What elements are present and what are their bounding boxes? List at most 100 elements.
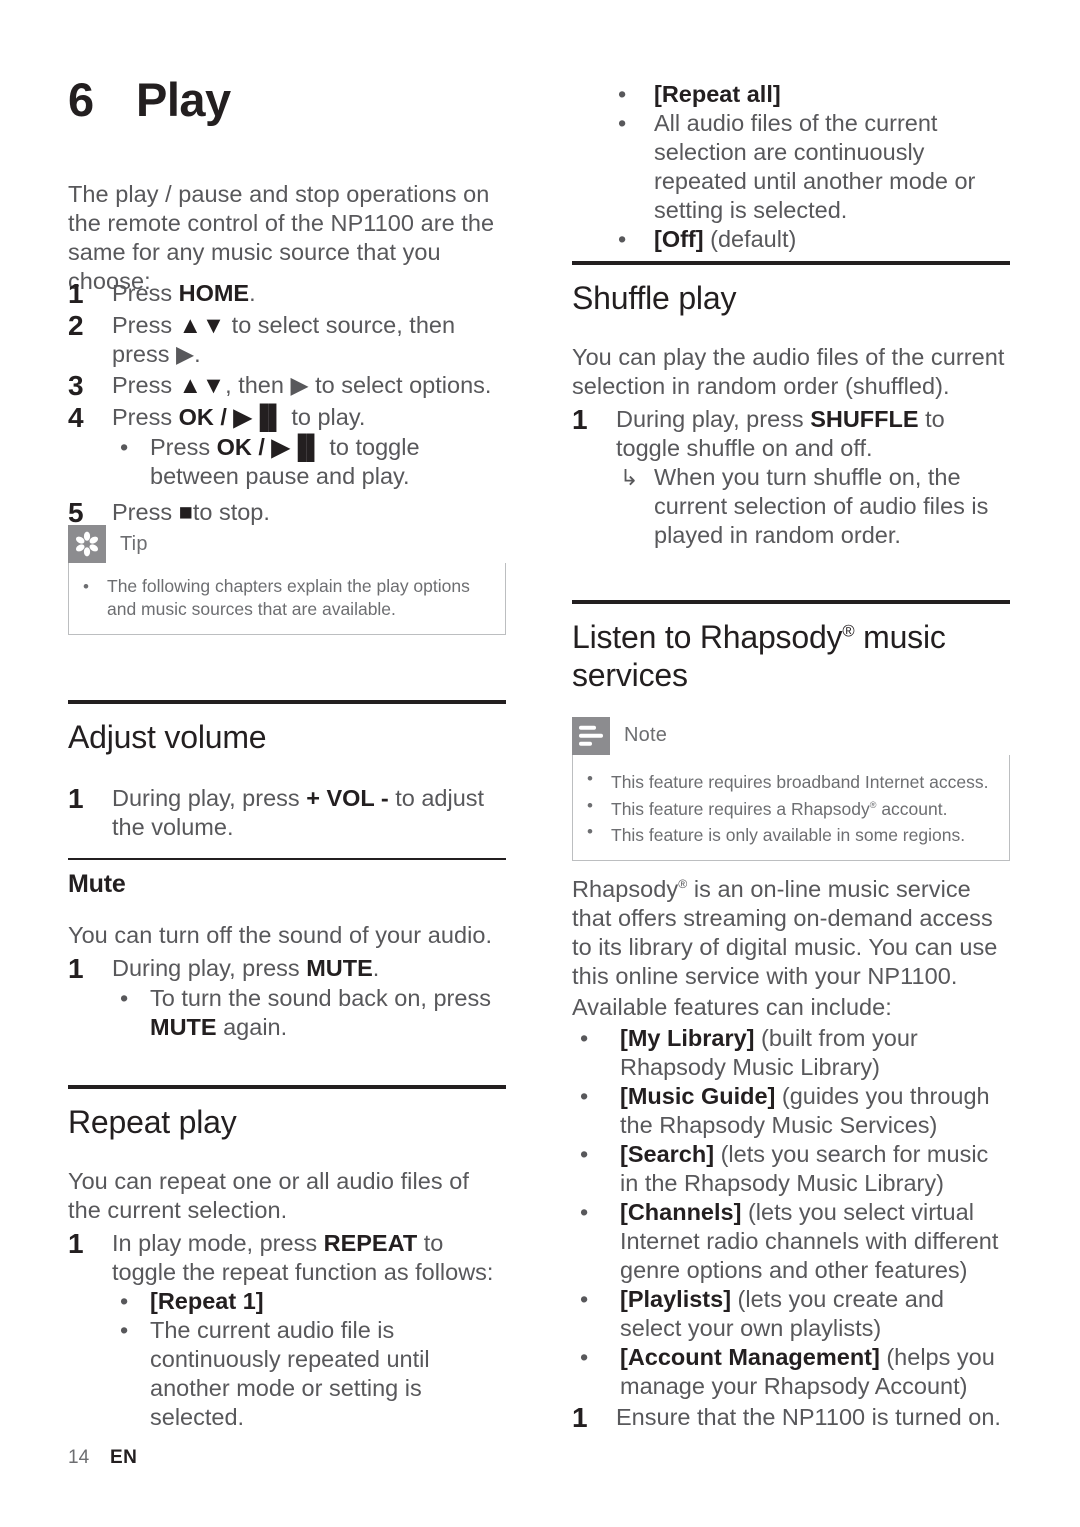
- tip-item: • The following chapters explain the pla…: [83, 575, 491, 621]
- note-item: • This feature is only available in some…: [587, 820, 995, 847]
- repeat-play-step-1: 1 In play mode, press REPEAT to toggle t…: [68, 1227, 506, 1287]
- mute-step-1: 1 During play, press MUTE.: [68, 952, 506, 984]
- bullet-dot: •: [120, 1317, 129, 1344]
- tip-callout-body: • The following chapters explain the pla…: [68, 563, 506, 635]
- play-steps-list: 1 Press HOME. 2 Press ▲▼ to select sourc…: [68, 277, 506, 528]
- note-item: • This feature requires broadband Intern…: [587, 767, 995, 794]
- step-number: 1: [572, 1401, 588, 1433]
- adjust-volume-section: Adjust volume 1 During play, press + VOL…: [68, 700, 506, 842]
- repeat-option-item: • [Repeat 1]: [68, 1287, 506, 1316]
- step-text: During play, press MUTE.: [112, 955, 380, 981]
- adjust-volume-step-1: 1 During play, press + VOL - to adjust t…: [68, 782, 506, 842]
- shuffle-play-section: Shuffle play You can play the audio file…: [572, 261, 1010, 550]
- rhapsody-feature-item: • [My Library] (built from your Rhapsody…: [572, 1024, 1010, 1082]
- bullet-text: All audio files of the current selection…: [654, 110, 976, 223]
- shuffle-play-result: ↳ When you turn shuffle on, the current …: [572, 463, 1010, 550]
- volume-button-label: + VOL -: [306, 785, 389, 812]
- play-pause-icon: OK / ▶▐▌: [216, 434, 323, 460]
- mute-section: Mute You can turn off the sound of your …: [68, 858, 506, 1042]
- mute-bullet: • To turn the sound back on, press MUTE …: [68, 984, 506, 1042]
- repeat-option-item: • [Off] (default): [572, 225, 1010, 254]
- step-text: Press ▲▼, then ▶ to select options.: [112, 372, 492, 398]
- note-item: • This feature requires a Rhapsody® acco…: [587, 794, 995, 821]
- step-number: 5: [68, 497, 84, 528]
- shuffle-play-step-1: 1 During play, press SHUFFLE to toggle s…: [572, 403, 1010, 463]
- step-text: During play, press + VOL - to adjust the…: [112, 785, 485, 841]
- chapter-number: 6: [68, 73, 94, 126]
- play-step-1: 1 Press HOME.: [68, 277, 506, 309]
- rhapsody-section: Listen to Rhapsody® music services Note …: [572, 600, 1010, 862]
- shuffle-play-heading: Shuffle play: [572, 280, 737, 316]
- mute-heading: Mute: [68, 870, 126, 898]
- bullet-dot: •: [587, 768, 593, 788]
- note-callout-header: Note: [572, 716, 1010, 755]
- feature-text: [Playlists] (lets you create and select …: [620, 1285, 944, 1341]
- note-callout: Note • This feature requires broadband I…: [572, 716, 1010, 862]
- registered-mark: ®: [678, 877, 688, 891]
- mute-button-label: MUTE: [150, 1014, 217, 1040]
- bullet-text: [Off] (default): [654, 226, 797, 252]
- mute-button-label: MUTE: [306, 955, 373, 981]
- step-number: 1: [68, 278, 84, 309]
- chapter-name: Play: [136, 73, 231, 126]
- step-number: 1: [68, 1228, 84, 1260]
- step-number: 1: [572, 404, 588, 436]
- bullet-dot: •: [120, 1288, 129, 1315]
- adjust-volume-heading: Adjust volume: [68, 719, 267, 755]
- play-step-3: 3 Press ▲▼, then ▶ to select options.: [68, 369, 506, 401]
- bullet-dot: •: [618, 110, 627, 136]
- repeat-play-section: Repeat play You can repeat one or all au…: [68, 1085, 506, 1432]
- feature-text: [Search] (lets you search for music in t…: [620, 1140, 989, 1196]
- step-text: Ensure that the NP1100 is turned on.: [616, 1403, 1001, 1430]
- section-rule: [572, 600, 1010, 604]
- step-text: Press OK / ▶▐▌ to play.: [112, 404, 366, 430]
- section-rule: [68, 700, 506, 704]
- note-lines-icon: [572, 716, 610, 755]
- bullet-dot: •: [580, 1140, 589, 1167]
- bullet-dot: •: [580, 1024, 589, 1051]
- tip-asterisk-icon: [68, 525, 106, 563]
- note-item-text: This feature requires broadband Internet…: [611, 771, 989, 792]
- bullet-dot: •: [83, 577, 89, 596]
- section-rule: [68, 1085, 506, 1089]
- note-callout-label: Note: [624, 724, 668, 747]
- bullet-dot: •: [580, 1082, 589, 1109]
- rhapsody-feature-item: • [Search] (lets you search for music in…: [572, 1140, 1010, 1198]
- step-number: 4: [68, 402, 84, 433]
- tip-callout-label: Tip: [120, 532, 148, 555]
- step-text: Press HOME.: [112, 280, 256, 306]
- note-item-text: This feature is only available in some r…: [611, 825, 966, 846]
- bullet-dot: •: [580, 1343, 589, 1370]
- bullet-text: To turn the sound back on, press MUTE ag…: [150, 985, 491, 1040]
- rhapsody-feature-item: • [Channels] (lets you select virtual In…: [572, 1198, 1010, 1285]
- updown-arrows-icon: ▲▼: [178, 372, 226, 398]
- feature-text: [Account Management] (helps you manage y…: [620, 1343, 995, 1399]
- repeat-button-label: REPEAT: [323, 1230, 418, 1257]
- step-number: 2: [68, 310, 84, 341]
- step-text: In play mode, press REPEAT to toggle the…: [112, 1230, 494, 1286]
- rhapsody-heading: Listen to Rhapsody® music services: [572, 619, 946, 694]
- registered-mark: ®: [842, 621, 855, 641]
- rhapsody-features-intro: Available features can include:: [572, 993, 892, 1020]
- feature-text: [Music Guide] (guides you through the Rh…: [620, 1082, 990, 1138]
- rhapsody-body: Rhapsody® is an on-line music service th…: [572, 870, 1010, 1433]
- chapter-title: 6 Play: [68, 72, 231, 127]
- step-number: 3: [68, 370, 84, 401]
- feature-text: [My Library] (built from your Rhapsody M…: [620, 1024, 918, 1080]
- note-callout-body: • This feature requires broadband Intern…: [572, 754, 1010, 862]
- page-number: 14: [68, 1447, 90, 1468]
- step-text: Press ▲▼ to select source, then press ▶.: [112, 312, 456, 367]
- result-text: When you turn shuffle on, the current se…: [654, 464, 989, 549]
- bullet-dot: •: [618, 226, 627, 252]
- rhapsody-feature-item: • [Playlists] (lets you create and selec…: [572, 1285, 1010, 1343]
- repeat-play-heading: Repeat play: [68, 1104, 237, 1140]
- play-step-4: 4 Press OK / ▶▐▌ to play.: [68, 401, 506, 433]
- repeat-play-paragraph: You can repeat one or all audio files of…: [68, 1168, 469, 1224]
- step-text: During play, press SHUFFLE to toggle shu…: [616, 406, 945, 462]
- note-item-text: This feature requires a Rhapsody® accoun…: [611, 798, 948, 819]
- result-arrow-icon: ↳: [620, 465, 639, 491]
- bullet-dot: •: [587, 822, 593, 842]
- mute-paragraph: You can turn off the sound of your audio…: [68, 922, 493, 948]
- manual-page: 6 Play The play / pause and stop operati…: [0, 0, 1080, 1527]
- bullet-dot: •: [120, 434, 129, 460]
